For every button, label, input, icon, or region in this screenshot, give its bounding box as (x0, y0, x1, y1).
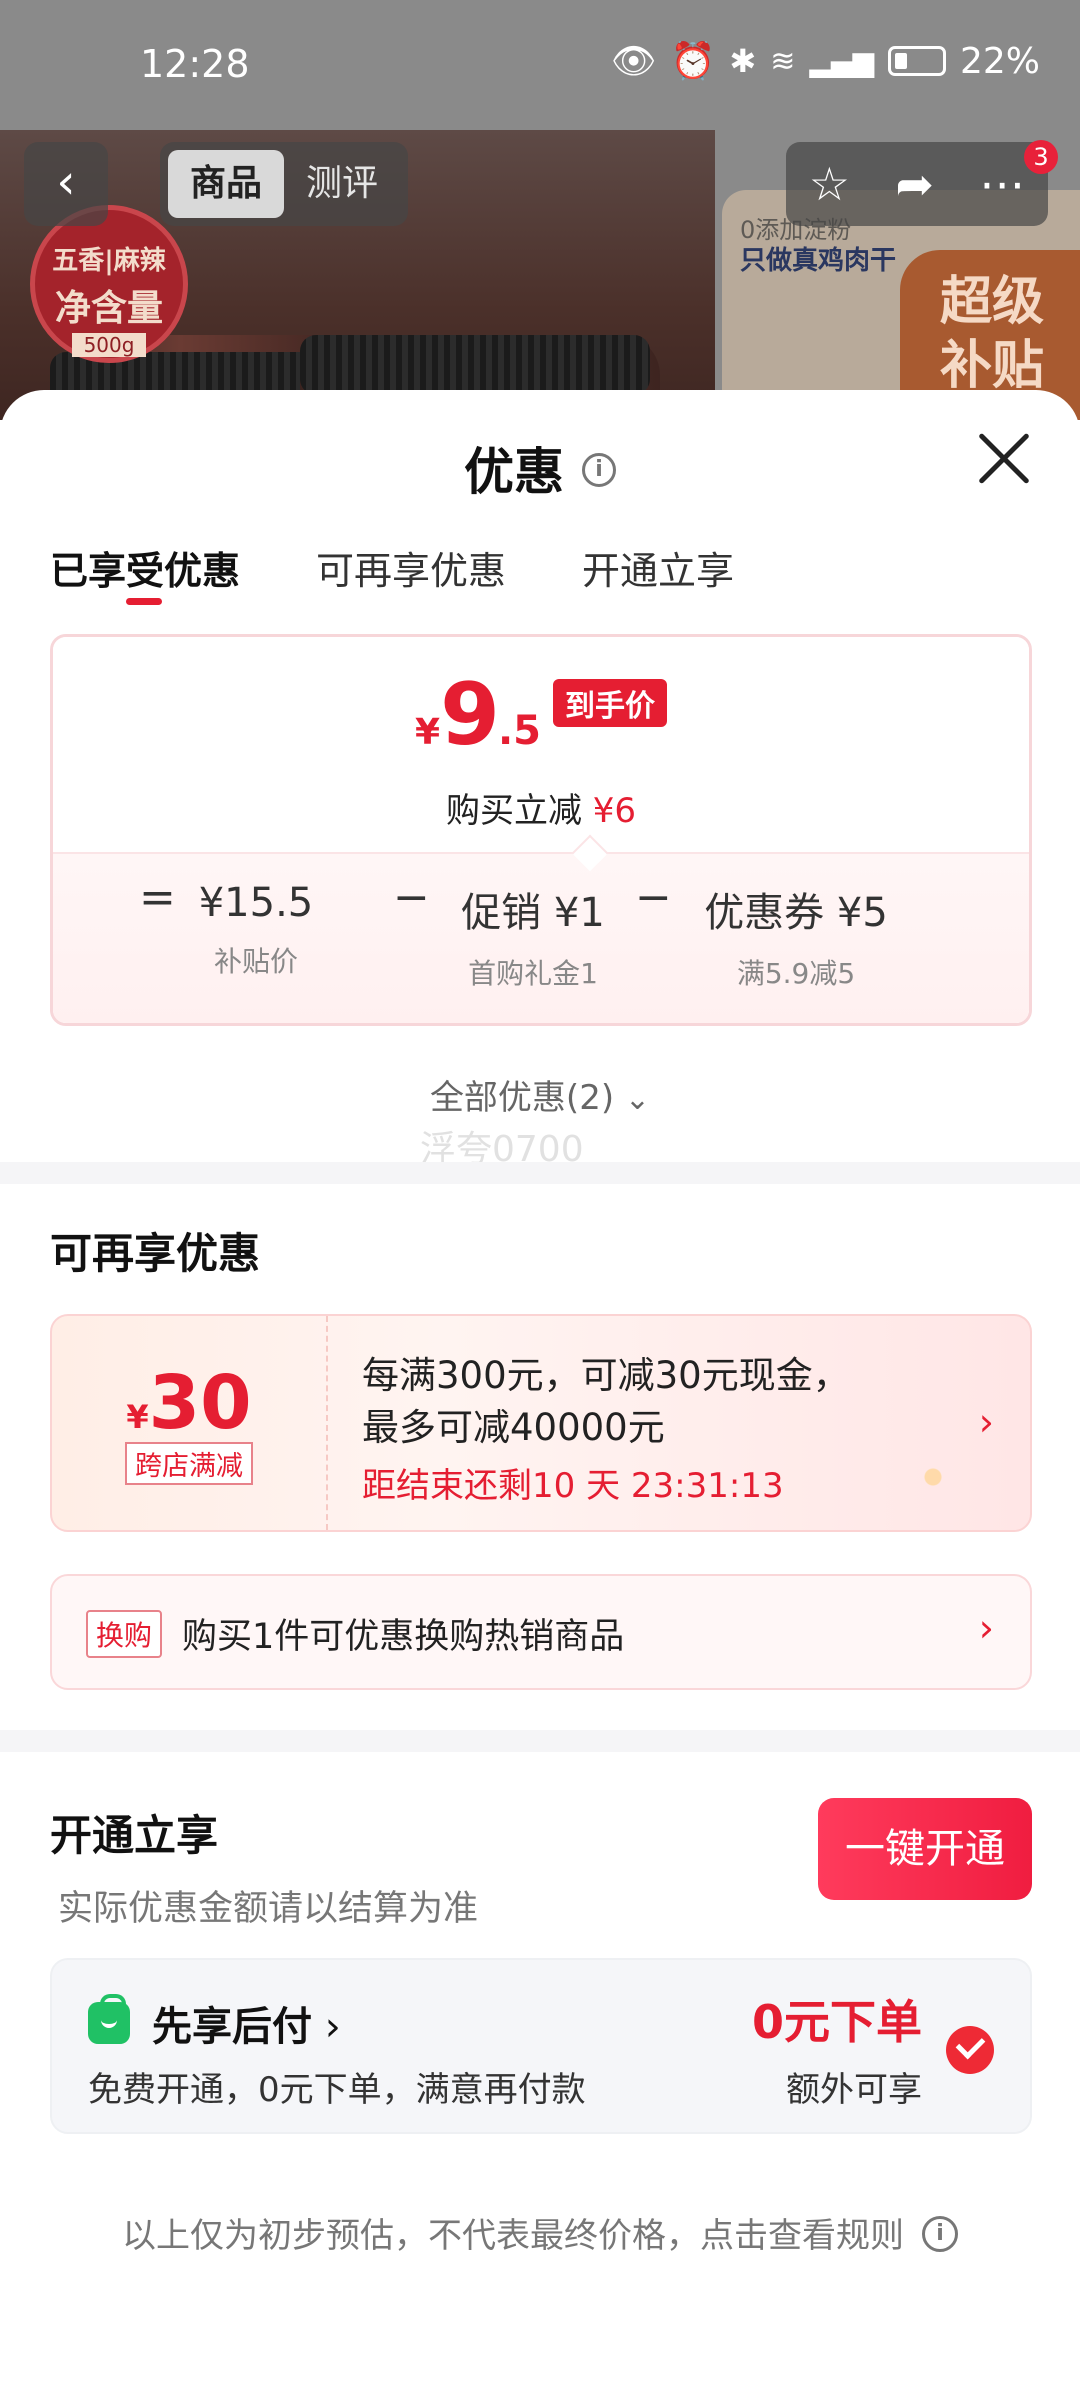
minus-operator: − (393, 872, 430, 923)
close-button[interactable] (976, 430, 1032, 486)
info-icon[interactable]: i (582, 452, 616, 487)
jar-lid (300, 335, 650, 395)
exchange-text: 购买1件可优惠换购热销商品 (182, 1617, 625, 1657)
open-to-enjoy-subtitle: 实际优惠金额请以结算为准 (58, 1889, 479, 1929)
chevron-left-icon: ‹ (56, 154, 76, 210)
discount-tabs: 已享受优惠 可再享优惠 开通立享 (50, 540, 734, 605)
pay-later-card[interactable]: 先享后付 › 免费开通，0元下单，满意再付款 0元下单 额外可享 (50, 1958, 1032, 2134)
pay-later-title[interactable]: 先享后付 › (152, 1994, 341, 2052)
eye-icon: 👁 (610, 41, 657, 82)
currency-symbol: ¥ (126, 1398, 149, 1436)
section-divider (0, 1162, 1080, 1184)
banner-line-2: 只做真鸡肉干 (740, 246, 897, 276)
product-tabs: 商品 测评 (160, 142, 408, 226)
cross-store-promo-card[interactable]: ¥30 跨店满减 每满300元，可减30元现金， 最多可减40000元 距结束还… (50, 1314, 1032, 1532)
more-discounts-title: 可再享优惠 (50, 1229, 261, 1278)
rules-note[interactable]: 以上仅为初步预估，不代表最终价格，点击查看规则 i (0, 2208, 1080, 2257)
seal-line-2: 净含量 (54, 288, 163, 329)
exchange-tag: 换购 (86, 1610, 163, 1658)
one-click-open-button[interactable]: 一键开通 (818, 1798, 1032, 1900)
pay-later-extra: 额外可享 (786, 2070, 922, 2110)
promo-amount: ¥30 (52, 1360, 326, 1446)
pay-later-subtitle: 免费开通，0元下单，满意再付款 (88, 2070, 586, 2110)
chevron-right-icon: › (978, 1400, 994, 1444)
status-bar: 12:28 👁 ⏰ ✱ ≋ ▂▄▆ 22% (0, 0, 1080, 130)
promo-description: 每满300元，可减30元现金， 最多可减40000元 (362, 1350, 850, 1454)
alarm-icon: ⏰ (670, 41, 716, 82)
promo-countdown: 距结束还剩10 天 23:31:13 (362, 1466, 784, 1506)
checkmark-icon[interactable] (946, 2026, 994, 2074)
all-discounts-toggle[interactable]: 全部优惠(2) ⌄ (0, 1070, 1080, 1119)
final-price-area: ¥9.5到手价 购买立减 ¥6 (53, 637, 1029, 852)
battery-percent: 22% (959, 40, 1040, 82)
tab-review[interactable]: 测评 (284, 150, 400, 218)
reduction-label: 购买立减 (445, 791, 582, 831)
sparkle-decoration (888, 1432, 978, 1522)
breakdown-coupon: 优惠券 ¥5 满5.9减5 (683, 880, 909, 992)
breakdown-value: ¥15.5 (198, 880, 314, 926)
price-card: ¥9.5到手价 购买立减 ¥6 = ¥15.5 补贴价 − 促销 ¥1 首购礼金… (50, 634, 1032, 1026)
reduction-amount: ¥6 (592, 791, 637, 831)
pay-later-amount: 0元下单 (751, 1995, 922, 2049)
seal-line-1: 五香|麻辣 (52, 246, 166, 276)
final-price: ¥9.5到手价 (53, 665, 1029, 765)
price-breakdown: = ¥15.5 补贴价 − 促销 ¥1 首购礼金1 − 优惠券 ¥5 满5.9减… (53, 852, 1029, 1023)
currency-symbol: ¥ (415, 712, 441, 753)
breakdown-subsidy: ¥15.5 补贴价 (171, 880, 341, 980)
shopping-bag-icon (88, 1994, 130, 2044)
back-button[interactable]: ‹ (24, 142, 108, 226)
net-weight-seal: 五香|麻辣 净含量 500g (30, 205, 188, 363)
promo-type-tag: 跨店满减 (125, 1442, 253, 1485)
wifi-icon: ≋ (770, 43, 796, 79)
status-time: 12:28 (140, 42, 250, 86)
promo-amount-value: 30 (148, 1360, 252, 1446)
price-integer: 9 (440, 665, 500, 765)
share-icon[interactable]: ➦ (895, 157, 934, 211)
battery-icon (887, 46, 946, 76)
breakdown-label: 满5.9减5 (736, 957, 856, 990)
chevron-right-icon: › (978, 1606, 994, 1650)
promo-line-2: 最多可减40000元 (362, 1406, 665, 1449)
breakdown-promotion: 促销 ¥1 首购礼金1 (443, 880, 623, 992)
star-icon[interactable]: ☆ (809, 157, 850, 211)
discount-sheet: 优惠 i 已享受优惠 可再享优惠 开通立享 ¥9.5到手价 购买立减 ¥6 = ¥… (0, 390, 1080, 2400)
signal-icon: ▂▄▆ (809, 44, 874, 78)
status-icons: 👁 ⏰ ✱ ≋ ▂▄▆ 22% (610, 40, 1040, 83)
sheet-title-text: 优惠 (464, 443, 564, 501)
open-to-enjoy-title: 开通立享 (50, 1811, 219, 1860)
seal-line-3: 500g (71, 333, 147, 357)
breakdown-value: 优惠券 ¥5 (704, 890, 888, 936)
info-icon[interactable]: i (922, 2215, 958, 2252)
more-icon[interactable]: ⋯ (979, 157, 1025, 211)
bluetooth-icon: ✱ (729, 42, 757, 80)
all-discounts-label: 全部优惠(2) (429, 1078, 615, 1118)
promo-line-1: 每满300元，可减30元现金， (362, 1354, 850, 1397)
tab-product[interactable]: 商品 (168, 150, 284, 218)
breakdown-label: 首购礼金1 (468, 957, 598, 990)
tab-enjoyed[interactable]: 已享受优惠 (50, 540, 240, 605)
pay-later-title-text: 先享后付 (152, 2004, 312, 2050)
chevron-right-icon: › (312, 2004, 341, 2050)
promo-amount-area: ¥30 跨店满减 (52, 1316, 328, 1530)
exchange-card[interactable]: 换购 购买1件可优惠换购热销商品 › (50, 1574, 1032, 1690)
product-actions: ☆ ➦ ⋯ (786, 142, 1048, 226)
chevron-down-icon: ⌄ (624, 1082, 651, 1117)
price-decimal: .5 (497, 708, 541, 754)
tab-open-to-enjoy[interactable]: 开通立享 (582, 540, 734, 595)
tab-more-discounts[interactable]: 可再享优惠 (316, 540, 506, 595)
breakdown-value: 促销 ¥1 (461, 890, 605, 936)
final-price-tag: 到手价 (552, 679, 667, 727)
section-divider (0, 1730, 1080, 1752)
sheet-title: 优惠 i (0, 432, 1080, 504)
minus-operator: − (635, 872, 672, 923)
instant-reduction: 购买立减 ¥6 (53, 783, 1029, 832)
breakdown-label: 补贴价 (213, 945, 298, 978)
notification-badge: 3 (1024, 140, 1058, 174)
rules-note-text: 以上仅为初步预估，不代表最终价格，点击查看规则 (122, 2216, 904, 2256)
